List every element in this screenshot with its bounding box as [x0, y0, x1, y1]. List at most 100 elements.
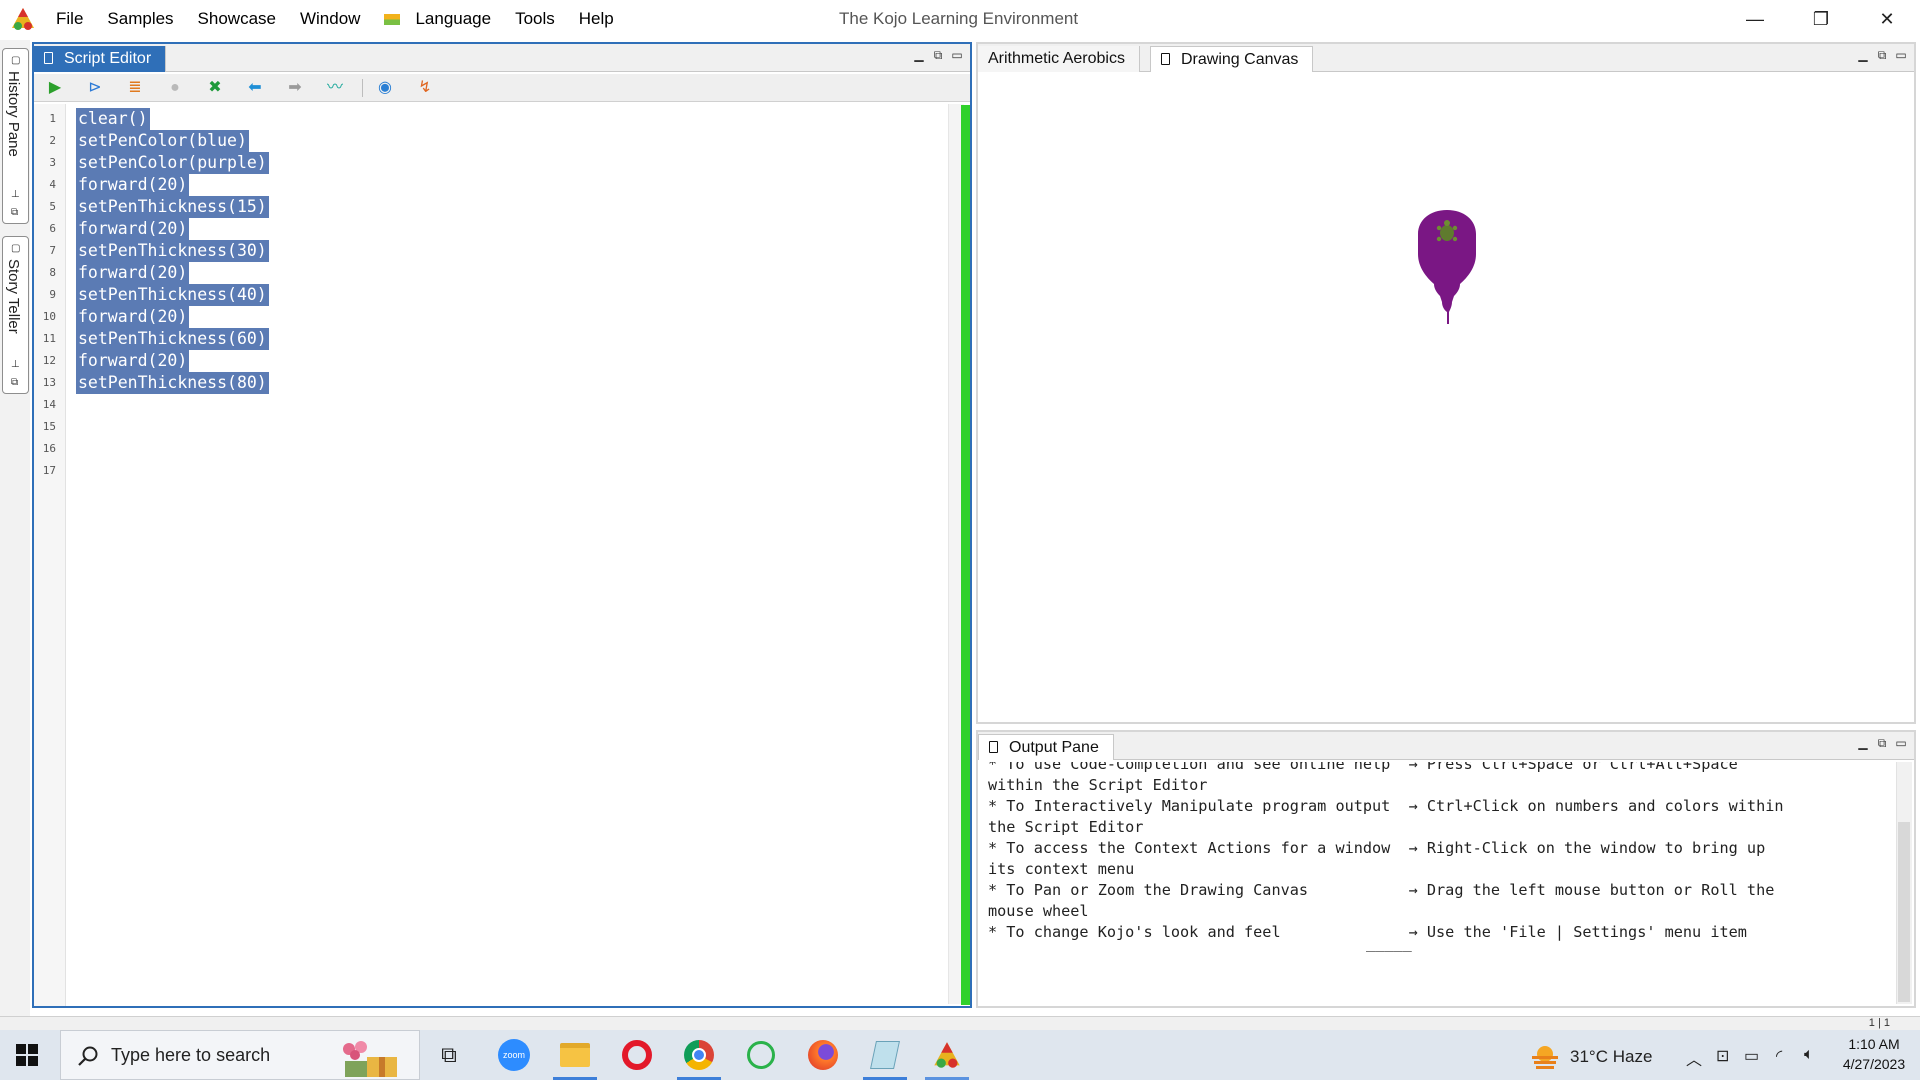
drawing-canvas[interactable] — [978, 74, 1914, 722]
kojo-icon[interactable] — [928, 1038, 966, 1072]
haze-weather-icon — [1532, 1046, 1558, 1069]
canvas-tab-strip: Arithmetic Aerobics Drawing Canvas ▁ ⧉ ▭ — [978, 44, 1914, 72]
weather-widget[interactable]: 31°C Haze — [1530, 1044, 1652, 1070]
taskbar-clock[interactable]: 1:10 AM 4/27/2023 — [1834, 1034, 1914, 1074]
pin-icon[interactable]: ⊥ — [11, 359, 20, 370]
code-line[interactable]: setPenThickness(60) — [76, 328, 269, 350]
chrome-icon[interactable] — [680, 1038, 718, 1072]
code-line[interactable]: forward(20) — [76, 174, 190, 196]
panel-controls: ▁ ⧉ ▭ — [912, 48, 964, 63]
menu-help[interactable]: Help — [579, 9, 614, 29]
output-line: * To Pan or Zoom the Drawing Canvas → Dr… — [988, 881, 1775, 899]
menu-tools[interactable]: Tools — [515, 9, 555, 29]
window-icon — [1161, 53, 1170, 65]
menu-samples[interactable]: Samples — [107, 9, 173, 29]
maximize-panel-icon[interactable]: ▭ — [950, 48, 964, 63]
notepad-icon[interactable] — [866, 1038, 904, 1072]
tab-script-editor-label: Script Editor — [64, 50, 152, 67]
task-view-icon[interactable]: ⧉ — [430, 1038, 468, 1072]
code-line[interactable]: forward(20) — [76, 306, 190, 328]
side-tab-strip: ▢ History Pane ⊥ ⧉ ▢ Story Teller ⊥ ⧉ — [0, 40, 30, 1016]
float-panel-icon[interactable]: ⧉ — [931, 48, 945, 63]
history-pane-tab[interactable]: ▢ History Pane ⊥ ⧉ — [2, 48, 29, 224]
search-icon — [78, 1046, 98, 1066]
reset-icon[interactable]: ↯ — [414, 78, 436, 98]
code-line[interactable]: forward(20) — [76, 262, 190, 284]
tab-drawing-canvas-label: Drawing Canvas — [1181, 50, 1299, 68]
code-line[interactable]: setPenThickness(40) — [76, 284, 269, 306]
story-teller-label: Story Teller — [5, 259, 22, 334]
toolbar-separator — [362, 79, 363, 97]
opera-icon[interactable] — [618, 1038, 656, 1072]
help-icon[interactable]: ◉ — [374, 78, 396, 98]
output-line: mouse wheel — [988, 902, 1089, 920]
code-line[interactable]: setPenThickness(80) — [76, 372, 269, 394]
menu-language[interactable]: Language — [384, 9, 491, 29]
taskbar-search-box[interactable]: Type here to search — [60, 1030, 420, 1080]
battery-icon[interactable]: ▭ — [1744, 1046, 1759, 1066]
run-icon[interactable]: ▶ — [44, 78, 66, 98]
output-scrollbar-thumb[interactable] — [1898, 822, 1910, 1002]
format-icon[interactable]: 〰 — [324, 78, 346, 98]
output-line: its context menu — [988, 860, 1135, 878]
file-explorer-icon[interactable] — [556, 1038, 594, 1072]
kojo-logo-icon — [12, 8, 34, 30]
menu-showcase[interactable]: Showcase — [198, 9, 276, 29]
tab-drawing-canvas[interactable]: Drawing Canvas — [1150, 46, 1314, 72]
windows-start-icon[interactable] — [14, 1042, 40, 1068]
output-text-area[interactable]: * To use Code-Completion and see online … — [978, 762, 1894, 1006]
menu-window[interactable]: Window — [300, 9, 360, 29]
volume-icon[interactable]: 🔈︎ — [1804, 1046, 1814, 1064]
tab-output-pane-label: Output Pane — [1009, 738, 1099, 756]
float-panel-icon[interactable]: ⧉ — [1875, 48, 1889, 63]
clear-icon[interactable]: ✖ — [204, 78, 226, 98]
firefox-icon[interactable] — [804, 1038, 842, 1072]
clock-date: 4/27/2023 — [1842, 1056, 1906, 1072]
float-panel-icon[interactable]: ⧉ — [1875, 736, 1889, 751]
stop-icon[interactable]: ● — [164, 78, 186, 98]
minimize-button[interactable]: — — [1722, 0, 1788, 38]
wifi-icon[interactable]: ◜ — [1776, 1046, 1782, 1066]
maximize-panel-icon[interactable]: ▭ — [1894, 736, 1908, 751]
minimize-panel-icon[interactable]: ▁ — [1856, 736, 1870, 751]
code-line[interactable]: forward(20) — [76, 218, 190, 240]
minimize-panel-icon[interactable]: ▁ — [912, 48, 926, 63]
code-line[interactable]: forward(20) — [76, 350, 190, 372]
code-line[interactable]: setPenThickness(15) — [76, 196, 269, 218]
show-hidden-icons-icon[interactable]: ︿ — [1686, 1046, 1702, 1070]
code-line[interactable]: setPenThickness(30) — [76, 240, 269, 262]
script-editor-panel: Script Editor ▁ ⧉ ▭ ▶ ⊳ ≣ ● ✖ ⬅ ➡ 〰 ◉ ↯ … — [32, 42, 972, 1008]
history-pane-label: History Pane — [5, 71, 22, 157]
code-line[interactable]: clear() — [76, 108, 150, 130]
redo-icon[interactable]: ➡ — [284, 78, 306, 98]
code-line[interactable]: setPenColor(purple) — [76, 152, 269, 174]
tab-arithmetic-aerobics[interactable]: Arithmetic Aerobics — [978, 46, 1140, 72]
zoom-label: zoom — [498, 1039, 530, 1071]
step-icon[interactable]: ⊳ — [84, 78, 106, 98]
trace-icon[interactable]: ≣ — [124, 78, 146, 98]
output-line: the Script Editor — [988, 818, 1144, 836]
window-icon: ▢ — [11, 243, 21, 254]
menu-language-label: Language — [415, 9, 492, 28]
minimize-panel-icon[interactable]: ▁ — [1856, 48, 1870, 63]
maximize-panel-icon[interactable]: ▭ — [1894, 48, 1908, 63]
undo-icon[interactable]: ⬅ — [244, 78, 266, 98]
tab-script-editor[interactable]: Script Editor — [34, 46, 167, 72]
menu-file[interactable]: File — [56, 9, 83, 29]
zoom-icon[interactable]: zoom — [495, 1038, 533, 1072]
float-icon[interactable]: ⧉ — [11, 377, 18, 388]
script-editor-tab-strip: Script Editor ▁ ⧉ ▭ — [34, 44, 970, 72]
status-bar: 1 | 1 — [0, 1016, 1920, 1030]
meet-now-icon[interactable]: ⊡ — [1716, 1046, 1729, 1066]
tab-output-pane[interactable]: Output Pane — [978, 734, 1114, 760]
output-separator: _____ — [1366, 934, 1412, 952]
story-teller-tab[interactable]: ▢ Story Teller ⊥ ⧉ — [2, 236, 29, 394]
pin-icon[interactable]: ⊥ — [11, 189, 20, 200]
close-button[interactable]: ✕ — [1854, 0, 1920, 38]
code-line[interactable]: setPenColor(blue) — [76, 130, 249, 152]
float-icon[interactable]: ⧉ — [11, 207, 18, 218]
search-placeholder: Type here to search — [111, 1044, 271, 1065]
restore-button[interactable]: ❐ — [1788, 0, 1854, 38]
code-area[interactable]: clear() setPenColor(blue) setPenColor(purp… — [34, 106, 946, 1006]
whatsapp-icon[interactable] — [742, 1038, 780, 1072]
